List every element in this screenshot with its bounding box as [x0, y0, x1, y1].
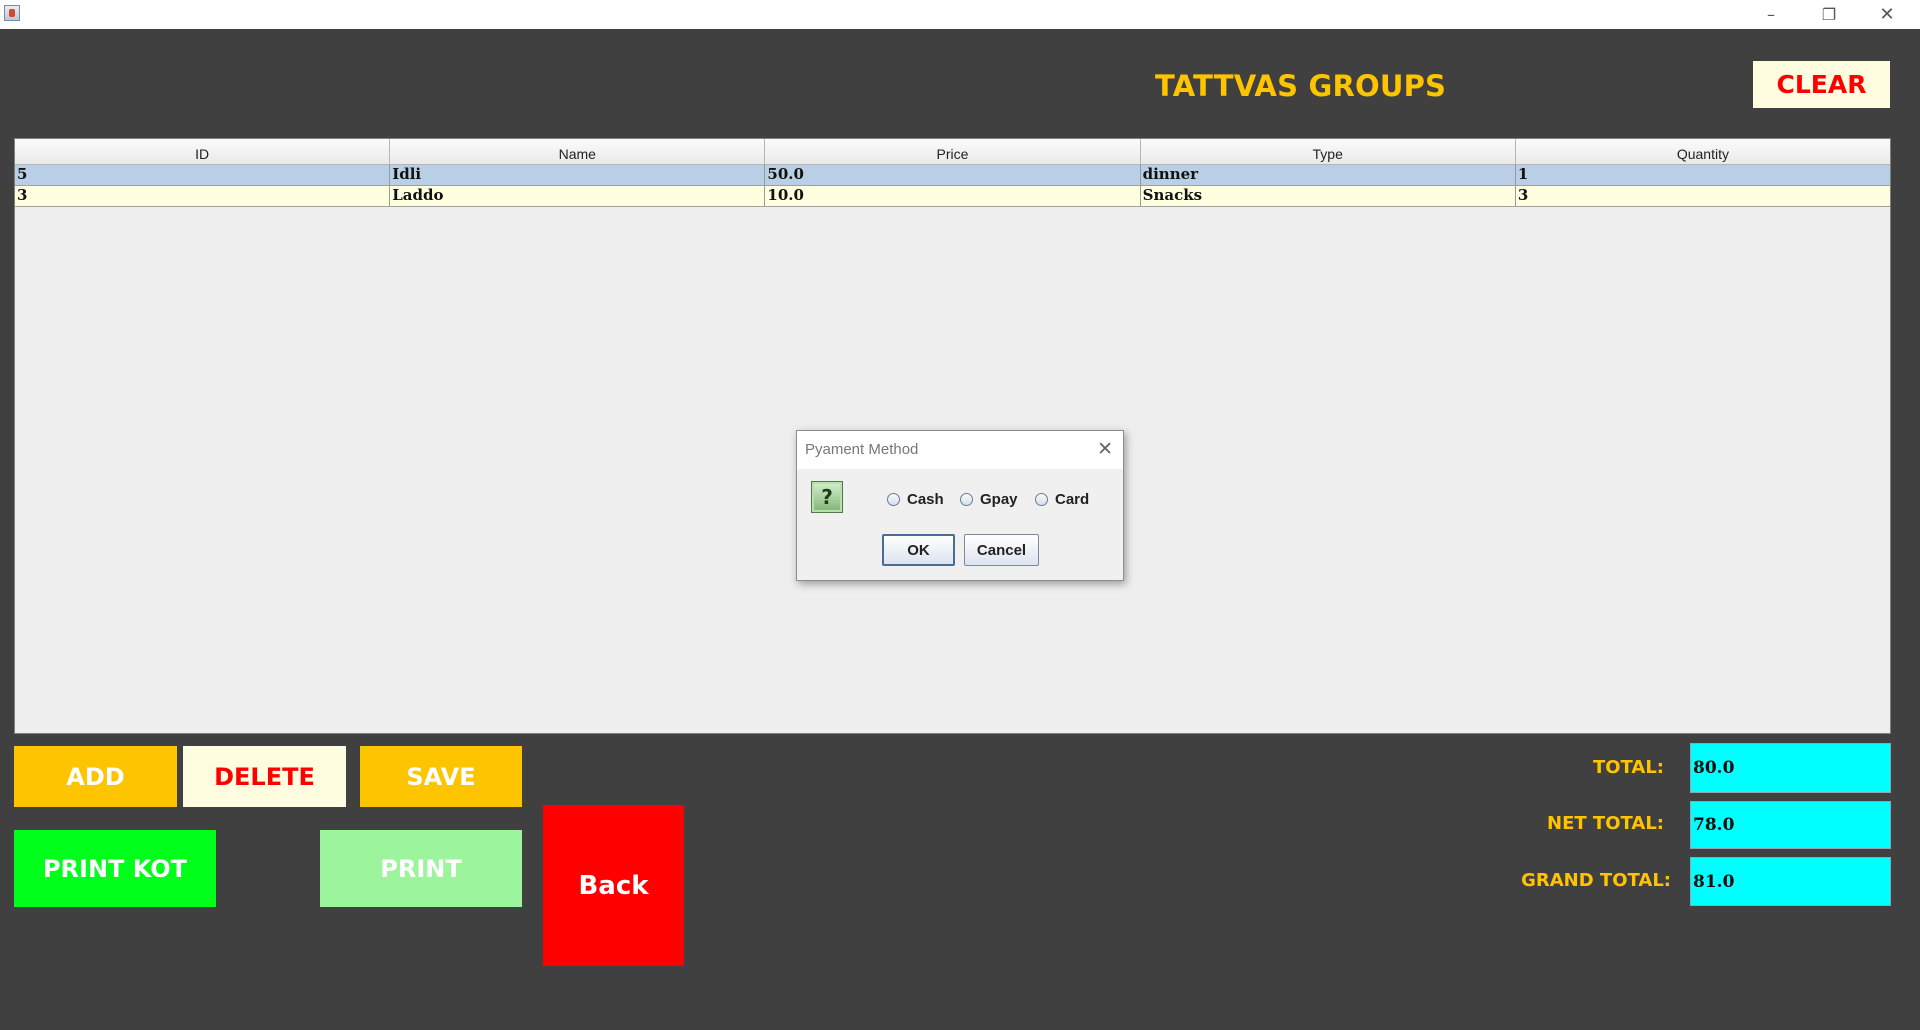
java-app-icon	[4, 5, 20, 21]
cell-price[interactable]: 10.0	[765, 186, 1141, 206]
table-row[interactable]: 3 Laddo 10.0 Snacks 3	[15, 186, 1890, 207]
column-header-price[interactable]: Price	[765, 139, 1141, 164]
column-header-id[interactable]: ID	[15, 139, 391, 164]
radio-label-gpay: Gpay	[980, 491, 1018, 508]
window-titlebar: – ❐ ✕	[0, 0, 1920, 29]
total-label: TOTAL:	[1592, 757, 1664, 778]
net-total-field[interactable]: 78.0	[1690, 801, 1891, 849]
column-header-name[interactable]: Name	[390, 139, 766, 164]
cell-type[interactable]: dinner	[1141, 165, 1516, 185]
table-row[interactable]: 5 Idli 50.0 dinner 1	[15, 165, 1890, 186]
ok-button[interactable]: OK	[882, 534, 955, 566]
cell-quantity[interactable]: 1	[1516, 165, 1890, 185]
radio-cash[interactable]: Cash	[887, 491, 944, 508]
radio-gpay[interactable]: Gpay	[960, 491, 1018, 508]
close-icon[interactable]: ✕	[1858, 0, 1916, 29]
column-header-type[interactable]: Type	[1140, 139, 1516, 164]
radio-label-card: Card	[1055, 491, 1090, 508]
total-field[interactable]: 80.0	[1690, 743, 1891, 793]
cell-id[interactable]: 5	[15, 165, 391, 185]
grand-total-field[interactable]: 81.0	[1690, 857, 1891, 906]
radio-button-icon[interactable]	[1035, 493, 1048, 506]
radio-button-icon[interactable]	[887, 493, 900, 506]
dialog-close-icon[interactable]: ✕	[1097, 438, 1113, 460]
cell-quantity[interactable]: 3	[1516, 186, 1890, 206]
clear-button[interactable]: CLEAR	[1753, 61, 1890, 108]
print-button[interactable]: PRINT	[320, 830, 522, 907]
dialog-title: Pyament Method	[805, 441, 919, 458]
net-total-label: NET TOTAL:	[1547, 813, 1664, 834]
delete-button[interactable]: DELETE	[183, 746, 346, 807]
cell-id[interactable]: 3	[15, 186, 391, 206]
page-title: TATTVAS GROUPS	[1155, 69, 1447, 103]
radio-card[interactable]: Card	[1035, 491, 1089, 508]
restore-icon[interactable]: ❐	[1800, 0, 1858, 29]
save-button[interactable]: SAVE	[360, 746, 522, 807]
minimize-icon[interactable]: –	[1742, 0, 1800, 29]
radio-label-cash: Cash	[907, 491, 944, 508]
table-header: ID Name Price Type Quantity	[15, 139, 1891, 165]
print-kot-button[interactable]: PRINT KOT	[14, 830, 216, 907]
back-button[interactable]: Back	[543, 805, 684, 966]
grand-total-label: GRAND TOTAL:	[1521, 870, 1671, 891]
dialog-titlebar: Pyament Method ✕	[797, 431, 1123, 469]
cell-name[interactable]: Idli	[390, 165, 766, 185]
column-header-quantity[interactable]: Quantity	[1515, 139, 1891, 164]
cell-type[interactable]: Snacks	[1141, 186, 1516, 206]
payment-method-dialog: Pyament Method ✕ ? Cash Gpay Card OK Can…	[796, 430, 1124, 581]
add-button[interactable]: ADD	[14, 746, 177, 807]
cancel-button[interactable]: Cancel	[964, 534, 1039, 566]
cell-name[interactable]: Laddo	[390, 186, 766, 206]
cell-price[interactable]: 50.0	[765, 165, 1141, 185]
radio-button-icon[interactable]	[960, 493, 973, 506]
question-icon: ?	[811, 481, 843, 513]
